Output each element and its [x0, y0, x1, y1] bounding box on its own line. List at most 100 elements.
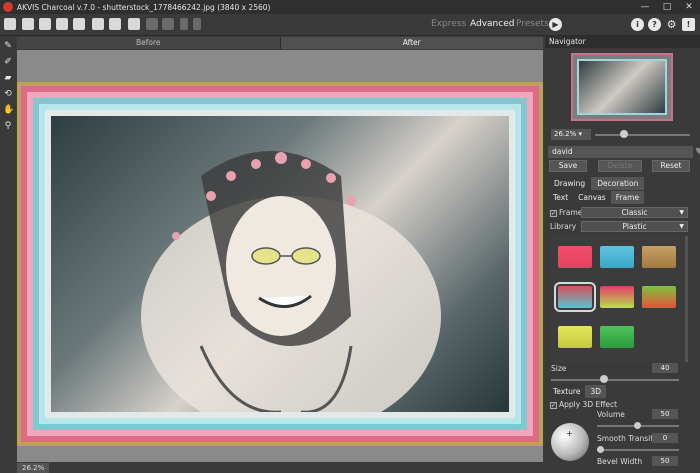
frame-swatch[interactable]: [642, 286, 676, 308]
zoom-slider-track[interactable]: [595, 134, 690, 136]
zoom-slider-handle[interactable]: [620, 130, 628, 138]
apply-3d-checkbox[interactable]: ✓: [550, 401, 557, 409]
tab-3d[interactable]: 3D: [585, 385, 607, 398]
frame-type-select[interactable]: Classic ▼: [581, 207, 688, 218]
frame-swatch[interactable]: [558, 326, 592, 348]
history-brush-icon[interactable]: ⟲: [3, 89, 13, 99]
favorite-heart-icon[interactable]: ♥: [695, 147, 700, 157]
close-button[interactable]: ✕: [678, 0, 700, 14]
navigator-title: Navigator: [545, 36, 700, 48]
apply-3d-row[interactable]: ✓ Apply 3D Effect: [550, 400, 617, 409]
frame-swatch[interactable]: [600, 286, 634, 308]
size-slider-track[interactable]: [551, 379, 679, 381]
volume-value-input[interactable]: 50: [652, 409, 678, 419]
bevel-width-label: Bevel Width: [597, 457, 643, 466]
library-scrollbar[interactable]: [685, 236, 688, 362]
frame-swatch[interactable]: [600, 326, 634, 348]
zoom-icon[interactable]: ⚲: [3, 121, 13, 131]
tab-advanced[interactable]: Advanced: [470, 19, 514, 29]
open-file-icon[interactable]: [4, 18, 16, 30]
main-tabs: Drawing Decoration: [548, 177, 645, 190]
preset-select[interactable]: david: [548, 146, 693, 158]
frame-swatch[interactable]: [600, 246, 634, 268]
frame-checkbox-row[interactable]: ✓ Frame: [550, 208, 582, 217]
save-file-icon[interactable]: [22, 18, 34, 30]
redo-icon[interactable]: [193, 18, 201, 30]
eraser-icon[interactable]: ▰: [3, 73, 13, 83]
disabled-icon: [146, 18, 158, 30]
zoom-dropdown[interactable]: 26.2% ▾: [551, 129, 591, 140]
eraser-stroke-icon[interactable]: ✐: [3, 57, 13, 67]
window-title: AKVIS Charcoal v.7.0 - shutterstock_1778…: [17, 2, 271, 12]
size-label: Size: [551, 364, 567, 373]
background-icon[interactable]: [109, 18, 121, 30]
info-icon[interactable]: i: [631, 18, 644, 31]
main-toolbar: Express Advanced Presets ▶ i ? ⚙ !: [0, 14, 700, 36]
disabled-icon: [162, 18, 174, 30]
tab-after[interactable]: After: [279, 37, 543, 49]
frame-checkbox[interactable]: ✓: [550, 209, 557, 217]
volume-slider-handle[interactable]: [634, 422, 641, 429]
chevron-down-icon: ▼: [679, 209, 684, 216]
bevel-width-value-input[interactable]: 50: [652, 456, 678, 466]
hand-icon[interactable]: ✋: [3, 105, 14, 115]
portrait-sketch-illustration: [141, 151, 441, 412]
window-controls: — □ ✕: [634, 0, 700, 14]
minimize-button[interactable]: —: [634, 0, 656, 14]
frame-type-value: Classic: [621, 208, 648, 217]
print-icon[interactable]: [56, 18, 68, 30]
settings-icon[interactable]: ⚙: [665, 18, 678, 31]
decoration-tabs: Text Canvas Frame: [548, 191, 645, 204]
delete-preset-button[interactable]: Delete: [598, 160, 642, 172]
batch-icon[interactable]: [92, 18, 104, 30]
volume-label: Volume: [597, 410, 625, 419]
texture-3d-tabs: Texture 3D: [548, 385, 607, 398]
reset-preset-button[interactable]: Reset: [652, 160, 690, 172]
run-button[interactable]: ▶: [549, 18, 562, 31]
smooth-transition-slider-handle[interactable]: [597, 446, 604, 453]
size-slider-handle[interactable]: [600, 375, 608, 383]
light-source-marker[interactable]: +: [566, 429, 573, 438]
settings-panel: Navigator 26.2% ▾ david ♥ Save Delete Re…: [545, 36, 700, 473]
image-canvas[interactable]: [17, 50, 543, 462]
apply-3d-label: Apply 3D Effect: [559, 400, 618, 409]
navigator-preview[interactable]: [571, 53, 673, 121]
size-value-input[interactable]: 40: [652, 363, 678, 373]
maximize-button[interactable]: □: [656, 0, 678, 14]
charcoal-portrait-image: [51, 116, 509, 412]
export-icon[interactable]: [39, 18, 51, 30]
save-preset-button[interactable]: Save: [549, 160, 587, 172]
frame-swatch[interactable]: [558, 246, 592, 268]
tab-drawing[interactable]: Drawing: [548, 177, 591, 190]
status-bar: 26.2%: [17, 463, 543, 473]
smooth-transition-value-input[interactable]: 0: [652, 433, 678, 443]
library-value: Plastic: [622, 222, 647, 231]
library-label: Library: [550, 222, 577, 231]
app-logo-icon: [3, 2, 13, 12]
view-tabs: Before After: [17, 37, 543, 49]
title-bar: AKVIS Charcoal v.7.0 - shutterstock_1778…: [0, 0, 700, 14]
notifications-icon[interactable]: !: [682, 18, 695, 31]
tab-texture[interactable]: Texture: [548, 385, 585, 398]
tab-before[interactable]: Before: [17, 37, 280, 49]
checkbox-icon[interactable]: [128, 18, 140, 30]
charcoal-tool-icon[interactable]: ✎: [3, 41, 13, 51]
frame-swatch[interactable]: [554, 282, 596, 312]
frame-checkbox-label: Frame: [559, 208, 583, 217]
tab-decoration[interactable]: Decoration: [591, 177, 645, 190]
tool-strip: ✎ ✐ ▰ ⟲ ✋ ⚲: [0, 36, 16, 473]
chevron-down-icon: ▼: [679, 223, 684, 230]
undo-icon[interactable]: [180, 18, 188, 30]
smooth-transition-slider-track[interactable]: [597, 449, 679, 451]
help-icon[interactable]: ?: [648, 18, 661, 31]
frame-library-grid: [550, 236, 684, 362]
tab-presets[interactable]: Presets: [516, 19, 549, 29]
frame-swatch[interactable]: [642, 246, 676, 268]
tab-text[interactable]: Text: [548, 191, 573, 204]
share-icon[interactable]: [73, 18, 85, 30]
library-select[interactable]: Plastic ▼: [581, 221, 688, 232]
tab-frame[interactable]: Frame: [610, 191, 645, 204]
navigator-thumbnail: [577, 59, 667, 115]
tab-express[interactable]: Express: [431, 19, 466, 29]
tab-canvas[interactable]: Canvas: [573, 191, 611, 204]
